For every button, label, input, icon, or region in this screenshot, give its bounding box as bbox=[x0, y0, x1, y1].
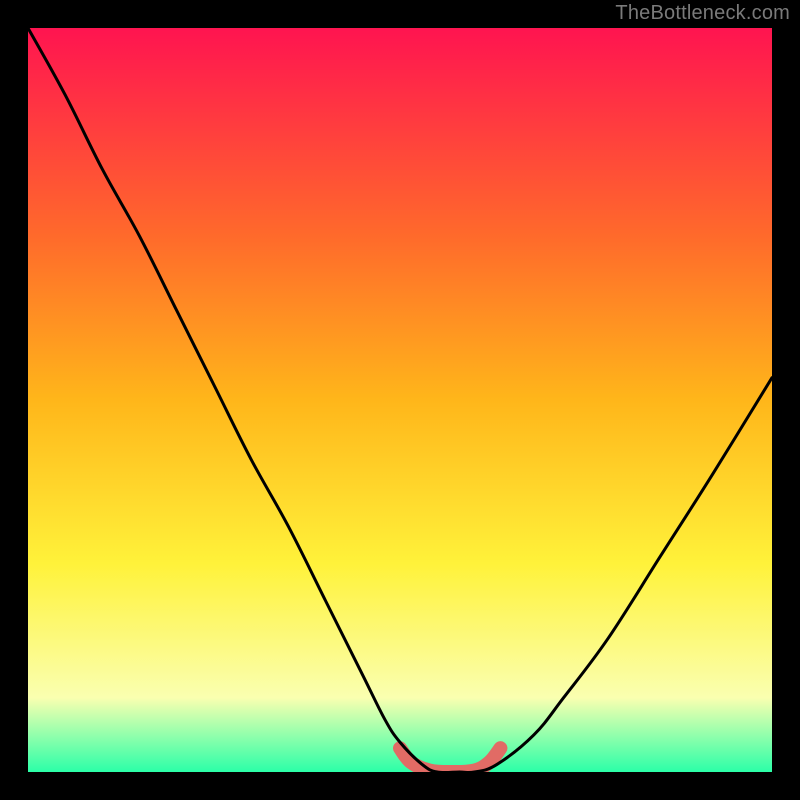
plot-svg bbox=[28, 28, 772, 772]
gradient-background bbox=[28, 28, 772, 772]
watermark-text: TheBottleneck.com bbox=[615, 2, 790, 25]
plot-area bbox=[28, 28, 772, 772]
chart-frame: TheBottleneck.com bbox=[0, 0, 800, 800]
